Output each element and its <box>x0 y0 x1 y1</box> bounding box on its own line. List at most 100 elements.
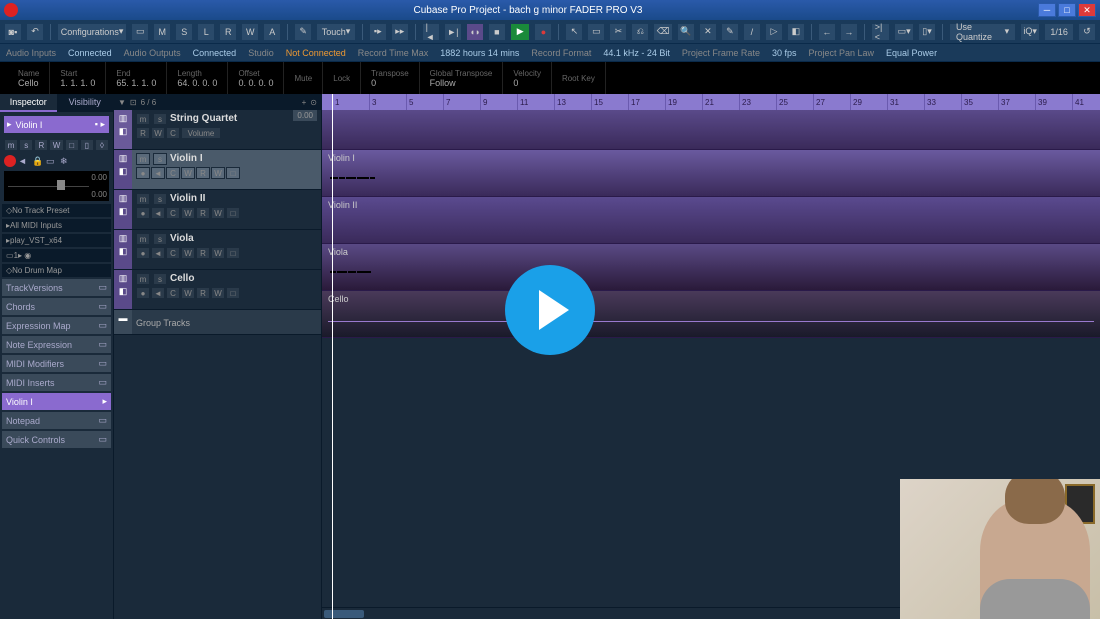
record-button[interactable]: ● <box>136 207 150 219</box>
track-row[interactable]: ▥◧ ms String Quartet RWCVolume 0.00 <box>114 110 321 150</box>
prev-button[interactable]: |◄ <box>422 23 440 41</box>
nudge2-button[interactable]: → <box>840 23 858 41</box>
panel-button[interactable]: ▭ <box>131 23 149 41</box>
split-tool[interactable]: ✂ <box>609 23 627 41</box>
track-options-button[interactable]: ⊙ <box>310 98 317 107</box>
state-a-button[interactable]: A <box>263 23 281 41</box>
freeze-button[interactable]: ❄ <box>60 156 72 167</box>
state-l-button[interactable]: L <box>197 23 215 41</box>
track-row[interactable]: ▥◧ ms Cello ●◄CWRW□ <box>114 270 321 310</box>
glue-tool[interactable]: ⎌ <box>631 23 649 41</box>
erase-tool[interactable]: ⌫ <box>653 23 672 41</box>
stop-button[interactable]: ■ <box>488 23 506 41</box>
read-button[interactable]: R <box>196 207 210 219</box>
track-button[interactable]: □ <box>226 167 240 179</box>
control2-button[interactable]: ▸▸ <box>391 23 409 41</box>
record-button[interactable]: ● <box>136 167 150 179</box>
iq-button[interactable]: iQ▾ <box>1020 23 1040 41</box>
write-button[interactable]: W <box>151 127 165 139</box>
quantize-panel-button[interactable]: ↺ <box>1078 23 1096 41</box>
channel-select[interactable]: ▭ 1 ▸ ◉ <box>2 249 111 262</box>
track-row[interactable]: ▥◧ ms Viola ●◄CWRW□ <box>114 230 321 270</box>
write-button[interactable]: W <box>211 247 225 259</box>
mute-tool[interactable]: ✕ <box>699 23 717 41</box>
section-trackversions[interactable]: TrackVersions▭ <box>2 279 111 296</box>
lane[interactable]: Viola <box>322 244 1100 291</box>
track-button[interactable]: C <box>166 207 180 219</box>
section-channel[interactable]: Violin I▸ <box>2 393 111 410</box>
insp-btn[interactable]: ◊ <box>95 139 109 151</box>
record-button[interactable]: ● <box>534 23 552 41</box>
tab-visibility[interactable]: Visibility <box>57 94 114 112</box>
solo-button[interactable]: s <box>153 273 167 285</box>
draw-tool[interactable]: ✎ <box>721 23 739 41</box>
lane[interactable]: Violin I <box>322 150 1100 197</box>
write-button[interactable]: W <box>211 287 225 299</box>
track-button[interactable]: C <box>166 287 180 299</box>
lane-header[interactable] <box>322 110 1100 150</box>
mute-button[interactable]: m <box>4 139 18 151</box>
track-row[interactable]: ▥◧ ms Violin II ●◄CWRW□ <box>114 190 321 230</box>
lane[interactable]: Cello <box>322 291 1100 338</box>
snap-type-button[interactable]: ▭▾ <box>894 23 914 41</box>
state-r-button[interactable]: R <box>219 23 237 41</box>
track-button[interactable]: W <box>181 287 195 299</box>
insp-btn[interactable]: □ <box>65 139 79 151</box>
solo-button[interactable]: s <box>153 233 167 245</box>
midi-in-dropdown[interactable]: ▸ All MIDI Inputs <box>2 219 111 232</box>
automation-button[interactable]: ✎ <box>294 23 312 41</box>
play-button[interactable]: ▶ <box>510 23 531 41</box>
monitor-button[interactable]: ◄ <box>151 247 165 259</box>
read-button[interactable]: R <box>196 247 210 259</box>
solo-button[interactable]: s <box>153 193 167 205</box>
track-button[interactable]: □ <box>226 207 240 219</box>
track-button[interactable]: □ <box>226 247 240 259</box>
read-button[interactable]: R <box>196 287 210 299</box>
section-midi-modifiers[interactable]: MIDI Modifiers▭ <box>2 355 111 372</box>
configurations-dropdown[interactable]: Configurations ▾ <box>57 23 127 41</box>
playhead[interactable] <box>332 94 333 619</box>
group-tracks-row[interactable]: ▬ Group Tracks <box>114 310 321 335</box>
nudge1-button[interactable]: ← <box>818 23 836 41</box>
mute-button[interactable]: m <box>136 153 150 165</box>
midi-clip[interactable] <box>330 262 372 282</box>
line-tool[interactable]: / <box>743 23 761 41</box>
quantize-dropdown[interactable]: Use Quantize ▾ <box>949 23 1016 41</box>
visibility-icon[interactable]: ⊡ <box>130 98 137 107</box>
state-w-button[interactable]: W <box>241 23 259 41</box>
filter-icon[interactable]: ▼ <box>118 98 126 107</box>
color-tool[interactable]: ◧ <box>787 23 805 41</box>
close-button[interactable]: ✕ <box>1078 3 1096 17</box>
read-button[interactable]: R <box>136 127 150 139</box>
state-m-button[interactable]: M <box>153 23 171 41</box>
vst-dropdown[interactable]: ▸ play_VST_x64 <box>2 234 111 247</box>
read-button[interactable]: R <box>34 139 48 151</box>
minimize-button[interactable]: ─ <box>1038 3 1056 17</box>
range-tool[interactable]: ▭ <box>587 23 605 41</box>
write-button[interactable]: W <box>211 167 225 179</box>
section-midi-inserts[interactable]: MIDI Inserts▭ <box>2 374 111 391</box>
state-s-button[interactable]: S <box>175 23 193 41</box>
solo-button[interactable]: s <box>153 153 167 165</box>
monitor-button[interactable]: ◄ <box>151 167 165 179</box>
history-button[interactable]: ↶ <box>26 23 44 41</box>
insp-btn[interactable]: ▯ <box>80 139 94 151</box>
ruler[interactable]: 1357911131517192123252729313335373941 <box>322 94 1100 110</box>
lane-button[interactable]: ▭ <box>46 156 58 167</box>
section-note-expression[interactable]: Note Expression▭ <box>2 336 111 353</box>
grid-dropdown[interactable]: 1/16 <box>1044 23 1074 41</box>
solo-button[interactable]: s <box>19 139 33 151</box>
mute-button[interactable]: m <box>136 193 150 205</box>
track-button[interactable]: C <box>166 167 180 179</box>
midi-clip[interactable] <box>330 168 376 188</box>
maximize-button[interactable]: □ <box>1058 3 1076 17</box>
mute-button[interactable]: m <box>136 233 150 245</box>
track-button[interactable]: C <box>166 127 180 139</box>
zoom-tool[interactable]: 🔍 <box>677 23 695 41</box>
scrollbar-thumb[interactable] <box>324 610 364 618</box>
mute-button[interactable]: m <box>136 113 150 125</box>
write-button[interactable]: W <box>211 207 225 219</box>
snap-button[interactable]: >|< <box>871 23 891 41</box>
write-button[interactable]: W <box>49 139 63 151</box>
drum-map-dropdown[interactable]: ◇ No Drum Map <box>2 264 111 277</box>
